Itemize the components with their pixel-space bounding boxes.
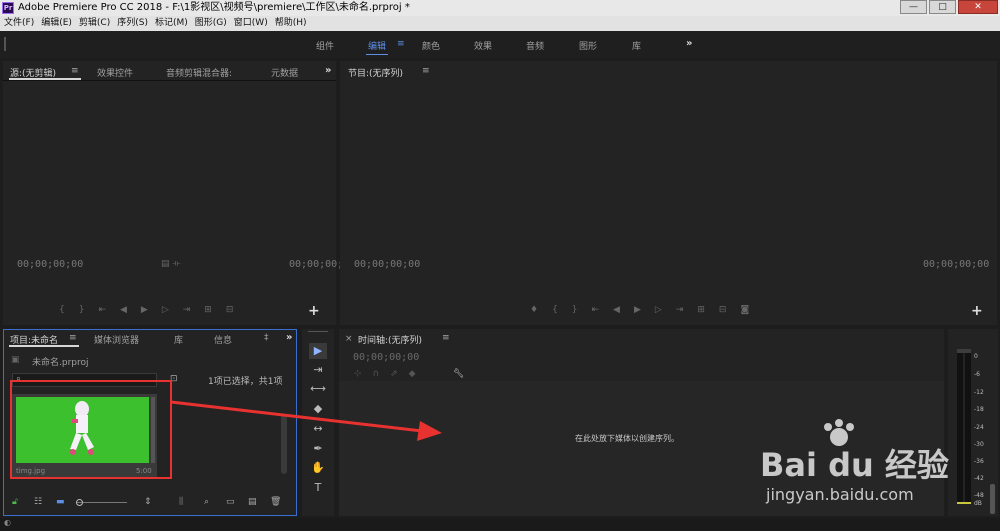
baidu-url: jingyan.baidu.com bbox=[766, 485, 914, 504]
annotation-highlight-box bbox=[10, 380, 172, 479]
annotation-arrow-line bbox=[170, 400, 423, 433]
baidu-watermark: Bai du 经验 jingyan.baidu.com bbox=[760, 418, 950, 513]
baidu-brand-text: Bai du 经验 bbox=[760, 446, 949, 484]
annotation-arrow-head bbox=[417, 421, 442, 441]
